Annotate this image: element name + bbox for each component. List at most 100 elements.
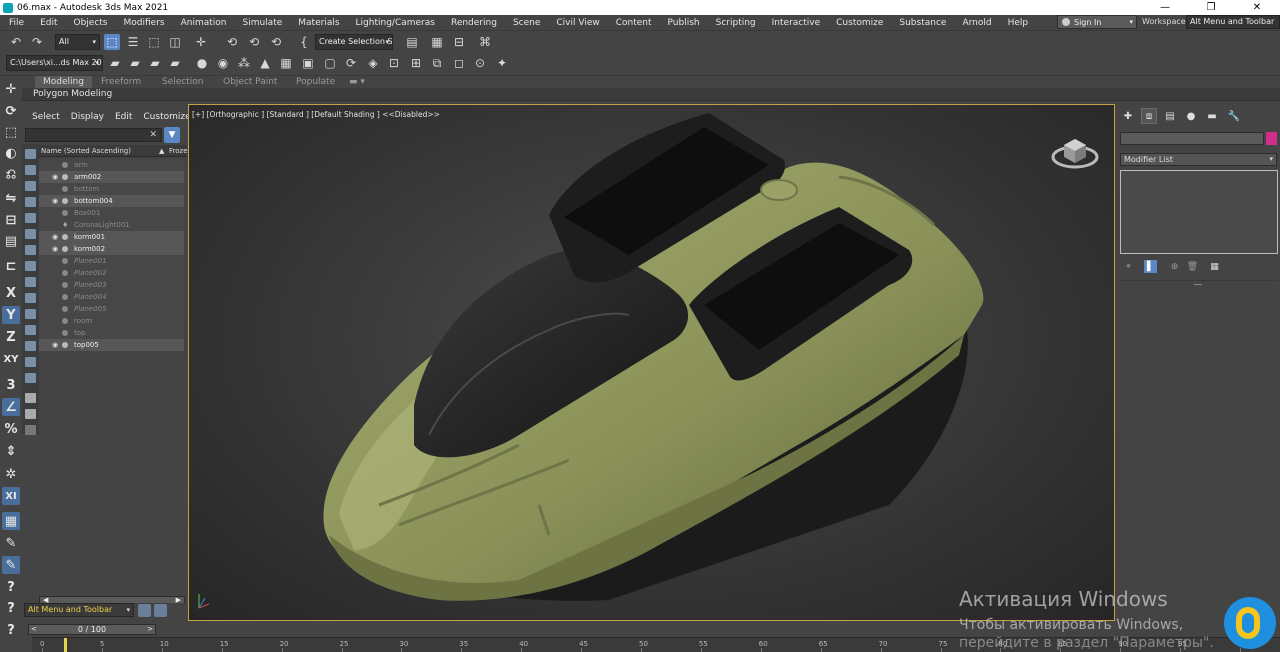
- named-selection-dropdown[interactable]: Create Selection Se ▾: [315, 34, 393, 50]
- display-containers-icon[interactable]: [25, 293, 36, 303]
- display-tab-icon[interactable]: ▬: [1204, 108, 1220, 124]
- render-frame-window-icon[interactable]: ⊞: [408, 55, 424, 71]
- find-icon[interactable]: [25, 393, 36, 403]
- list-item[interactable]: ◉ top005: [39, 339, 184, 351]
- display-none-icon[interactable]: [25, 357, 36, 367]
- snapshot-icon[interactable]: ⊏: [2, 257, 20, 275]
- move-tool-icon[interactable]: ✛: [2, 80, 20, 98]
- menu-scripting[interactable]: Scripting: [708, 18, 764, 28]
- list-item[interactable]: Plane002: [39, 267, 184, 279]
- y-axis-icon[interactable]: Y: [2, 306, 20, 324]
- rotate-tool-icon[interactable]: ⟳: [2, 102, 20, 120]
- remove-modifier-icon[interactable]: 🗑: [1186, 260, 1199, 273]
- explorer-menu-select[interactable]: Select: [32, 112, 60, 122]
- filter-icon[interactable]: ▼: [164, 127, 180, 143]
- explorer-menu-edit[interactable]: Edit: [115, 112, 132, 122]
- menu-civil-view[interactable]: Civil View: [548, 18, 607, 28]
- menu-help[interactable]: Help: [1000, 18, 1037, 28]
- layer-manager-icon[interactable]: [154, 604, 167, 617]
- display-geometry-icon[interactable]: [25, 149, 36, 159]
- track-bar[interactable]: 0510152025303540455055606570758085909510…: [32, 637, 1280, 652]
- display-shapes-icon[interactable]: [25, 165, 36, 175]
- particle-icon[interactable]: ⁂: [236, 55, 252, 71]
- import-icon[interactable]: ▰: [147, 55, 163, 71]
- explorer-menu-display[interactable]: Display: [71, 112, 104, 122]
- time-cursor[interactable]: [64, 638, 67, 652]
- prev-frame-button[interactable]: <: [31, 625, 37, 634]
- list-item[interactable]: arm: [39, 159, 184, 171]
- pin-stack-icon[interactable]: ⌖: [1122, 260, 1135, 273]
- list-item[interactable]: room: [39, 315, 184, 327]
- hierarchy-tab-icon[interactable]: ▤: [1162, 108, 1178, 124]
- column-frozen[interactable]: Froze: [169, 145, 188, 157]
- undo-icon[interactable]: ↶: [8, 34, 24, 50]
- select-by-name-icon[interactable]: ☰: [125, 34, 141, 50]
- percent-snap-icon[interactable]: ⟲: [268, 34, 284, 50]
- move-icon[interactable]: ✛: [193, 34, 209, 50]
- z-axis-icon[interactable]: Z: [2, 328, 20, 346]
- menu-lighting-cameras[interactable]: Lighting/Cameras: [348, 18, 443, 28]
- render-icon[interactable]: ⊡: [386, 55, 402, 71]
- angle-snap-icon[interactable]: ⟲: [246, 34, 262, 50]
- explorer-column-header[interactable]: Name (Sorted Ascending) ▲ Froze: [39, 145, 188, 157]
- show-end-result-icon[interactable]: ▌: [1144, 260, 1157, 273]
- x-axis-icon[interactable]: X: [2, 284, 20, 302]
- material-editor-icon[interactable]: ◈: [365, 55, 381, 71]
- selection-filter-dropdown[interactable]: All ▾: [55, 34, 100, 50]
- modify-tab-icon[interactable]: ⧈: [1141, 108, 1157, 124]
- layer-settings-icon[interactable]: [138, 604, 151, 617]
- list-item[interactable]: Box001: [39, 207, 184, 219]
- project-folder-dropdown[interactable]: C:\Users\xi...ds Max 2021 ▾: [6, 55, 103, 71]
- display-all-icon[interactable]: [25, 341, 36, 351]
- configure-modifier-sets-icon[interactable]: ▦: [1208, 260, 1221, 273]
- viewcube-icon[interactable]: [1050, 127, 1100, 171]
- display-hidden-icon[interactable]: [25, 325, 36, 335]
- next-frame-button[interactable]: >: [147, 625, 153, 634]
- menu-publish[interactable]: Publish: [660, 18, 708, 28]
- filter-funnel-icon[interactable]: [25, 409, 36, 419]
- polygon-modeling-label[interactable]: Polygon Modeling: [33, 88, 112, 101]
- object-color-swatch[interactable]: [1266, 132, 1277, 145]
- scene-explorer-icon[interactable]: ▤: [404, 34, 420, 50]
- menu-simulate[interactable]: Simulate: [235, 18, 291, 28]
- light-icon[interactable]: ●: [194, 55, 210, 71]
- menu-materials[interactable]: Materials: [290, 18, 347, 28]
- visibility-eye-icon[interactable]: ◉: [50, 197, 60, 205]
- adaptive-degradation-icon[interactable]: ?: [2, 599, 20, 617]
- select-link-icon[interactable]: ⎌: [2, 165, 20, 183]
- menu-objects[interactable]: Objects: [66, 18, 116, 28]
- list-item[interactable]: ◉ korm001: [39, 231, 184, 243]
- visibility-eye-icon[interactable]: ◉: [50, 173, 60, 181]
- explorer-search-input[interactable]: ✕: [25, 128, 162, 142]
- list-item[interactable]: Plane003: [39, 279, 184, 291]
- orbit-icon[interactable]: ⊙: [472, 55, 488, 71]
- sphere-icon[interactable]: ◉: [215, 55, 231, 71]
- menu-arnold[interactable]: Arnold: [954, 18, 999, 28]
- isolate-icon[interactable]: ?: [2, 578, 20, 596]
- list-item[interactable]: top: [39, 327, 184, 339]
- menu-customize[interactable]: Customize: [828, 18, 891, 28]
- grid-icon[interactable]: ▦: [278, 55, 294, 71]
- create-tab-icon[interactable]: ✚: [1120, 108, 1136, 124]
- visibility-eye-icon[interactable]: ◉: [50, 245, 60, 253]
- save-file-icon[interactable]: ▰: [127, 55, 143, 71]
- list-item[interactable]: Plane004: [39, 291, 184, 303]
- rotate-view-icon[interactable]: ⟳: [343, 55, 359, 71]
- maximize-button[interactable]: ❐: [1188, 0, 1234, 15]
- place-tool-icon[interactable]: ◐: [2, 144, 20, 162]
- modifier-stack[interactable]: [1120, 170, 1278, 254]
- paint-selection-icon[interactable]: ✎: [2, 534, 20, 552]
- list-item[interactable]: ◉ korm002: [39, 243, 184, 255]
- list-item[interactable]: ♦ CoronaLight001: [39, 219, 184, 231]
- menu-content[interactable]: Content: [608, 18, 660, 28]
- edit-mode-icon[interactable]: ✎: [2, 556, 20, 574]
- display-spacewarps-icon[interactable]: [25, 229, 36, 239]
- pivot-icon[interactable]: ✲: [2, 465, 20, 483]
- list-item[interactable]: ◉ arm002: [39, 171, 184, 183]
- xy-plane-icon[interactable]: XY: [2, 350, 20, 368]
- rollout-handle[interactable]: [1194, 284, 1202, 285]
- menu-animation[interactable]: Animation: [173, 18, 235, 28]
- window-crossing-icon[interactable]: ◫: [167, 34, 183, 50]
- snap-toggle-icon[interactable]: ⟲: [224, 34, 240, 50]
- display-groups-icon[interactable]: [25, 245, 36, 255]
